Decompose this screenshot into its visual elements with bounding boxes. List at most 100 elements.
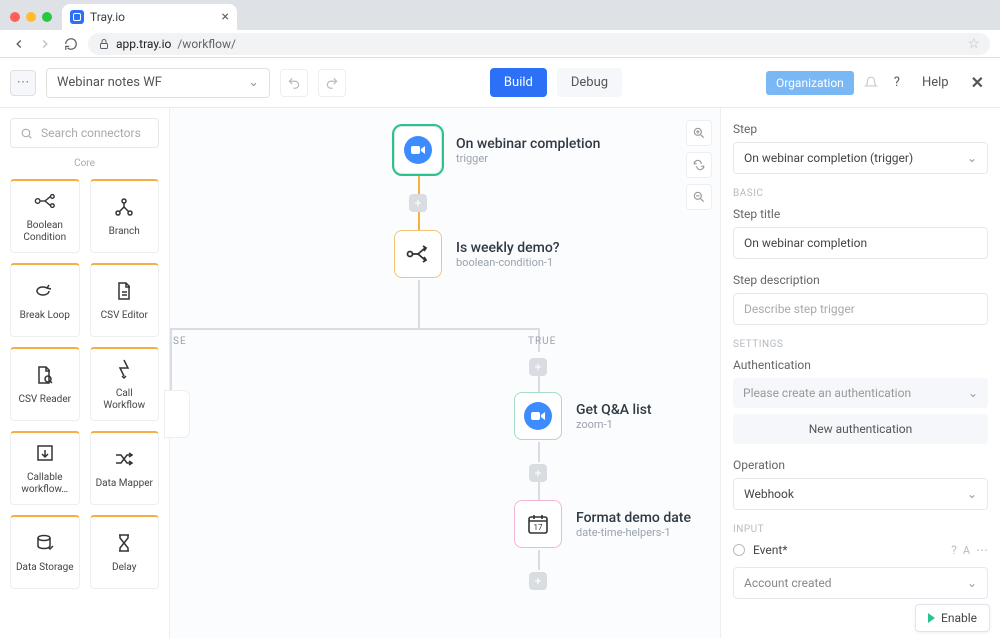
- account-created-select[interactable]: Account created ⌄: [733, 567, 988, 599]
- connector-label: Break Loop: [20, 310, 70, 322]
- add-step-button[interactable]: +: [529, 572, 547, 590]
- add-step-button[interactable]: +: [409, 194, 427, 212]
- step-select[interactable]: On webinar completion (trigger) ⌄: [733, 142, 988, 174]
- bell-icon[interactable]: [864, 76, 878, 90]
- node-format-date[interactable]: 17 Format demo date date-time-helpers-1: [514, 500, 691, 548]
- node-title: On webinar completion: [456, 136, 600, 152]
- enable-button[interactable]: Enable: [915, 604, 990, 632]
- lock-icon: [98, 38, 110, 50]
- debug-button[interactable]: Debug: [557, 68, 622, 97]
- url-host: app.tray.io: [116, 37, 171, 51]
- svg-text:17: 17: [534, 523, 543, 532]
- menu-button[interactable]: ⋯: [10, 70, 36, 96]
- delay-icon: [117, 532, 131, 554]
- zoom-in-icon[interactable]: [686, 120, 712, 146]
- window-controls: [0, 12, 62, 30]
- new-auth-button[interactable]: New authentication: [733, 414, 988, 444]
- connector-boolean-condition[interactable]: Boolean Condition: [10, 179, 80, 253]
- connector-csv-reader[interactable]: CSV Reader: [10, 347, 80, 421]
- event-label: Event*: [753, 543, 788, 557]
- auth-select[interactable]: Please create an authentication ⌄: [733, 378, 988, 408]
- node-sub: date-time-helpers-1: [576, 526, 691, 539]
- favicon-icon: [70, 10, 84, 24]
- url-input[interactable]: app.tray.io/workflow/ ☆: [88, 33, 990, 55]
- break-loop-icon: [35, 280, 55, 302]
- play-icon: [928, 613, 935, 623]
- op-select[interactable]: Webhook ⌄: [733, 478, 988, 510]
- fit-icon[interactable]: [686, 152, 712, 178]
- boolean-icon: [406, 244, 430, 264]
- connector-callable-workflow[interactable]: Callable workflow…: [10, 431, 80, 505]
- auth-placeholder: Please create an authentication: [743, 386, 911, 400]
- star-icon[interactable]: ☆: [967, 36, 980, 52]
- branch-true-label: TRUE: [528, 336, 556, 347]
- connector-csv-editor[interactable]: CSV Editor: [90, 263, 160, 337]
- workflow-name: Webinar notes WF: [57, 75, 162, 90]
- calendar-icon: 17: [526, 512, 550, 536]
- browser-tab[interactable]: Tray.io ×: [62, 4, 237, 30]
- redo-button[interactable]: [318, 69, 346, 97]
- close-tab-icon[interactable]: ×: [222, 9, 229, 25]
- connector-label: CSV Reader: [18, 394, 71, 406]
- organization-button[interactable]: Organization: [766, 71, 854, 95]
- maximize-window-icon[interactable]: [42, 12, 52, 22]
- connector-break-loop[interactable]: Break Loop: [10, 263, 80, 337]
- chevron-down-icon: ⌄: [968, 386, 978, 400]
- node-sub: trigger: [456, 152, 600, 165]
- reload-icon[interactable]: [62, 37, 80, 51]
- connector-branch[interactable]: Branch: [90, 179, 160, 253]
- address-bar: app.tray.io/workflow/ ☆: [0, 30, 1000, 58]
- forward-icon[interactable]: [36, 37, 54, 51]
- connector-line: [170, 328, 172, 390]
- node-get-qa[interactable]: Get Q&A list zoom-1: [514, 392, 652, 440]
- minimize-window-icon[interactable]: [26, 12, 36, 22]
- workflow-canvas[interactable]: + SE TRUE + + + On webinar completion tr…: [170, 108, 720, 638]
- build-button[interactable]: Build: [490, 68, 547, 97]
- zoom-out-icon[interactable]: [686, 184, 712, 210]
- op-label: Operation: [733, 458, 988, 472]
- section-input: INPUT: [733, 524, 988, 535]
- title-label: Step title: [733, 207, 988, 221]
- type-indicator: A: [963, 544, 970, 557]
- node-condition[interactable]: Is weekly demo? boolean-condition-1: [394, 230, 560, 278]
- connector-data-storage[interactable]: Data Storage: [10, 515, 80, 589]
- info-icon[interactable]: ?: [951, 543, 957, 557]
- chevron-down-icon: ⌄: [967, 576, 977, 590]
- connector-label: Data Storage: [16, 562, 74, 574]
- connector-sidebar: Search connectors Core Boolean Condition…: [0, 108, 170, 638]
- app-toolbar: ⋯ Webinar notes WF ⌄ Build Debug Organiz…: [0, 58, 1000, 108]
- csv-editor-icon: [116, 280, 132, 302]
- search-input[interactable]: Search connectors: [10, 118, 159, 148]
- title-input[interactable]: On webinar completion: [733, 227, 988, 259]
- desc-input[interactable]: Describe step trigger: [733, 293, 988, 325]
- radio-icon[interactable]: [733, 544, 745, 556]
- back-icon[interactable]: [10, 37, 28, 51]
- step-label: Step: [733, 122, 988, 136]
- partial-node[interactable]: [164, 390, 190, 438]
- node-trigger[interactable]: On webinar completion trigger: [394, 126, 600, 174]
- help-icon[interactable]: ?: [888, 75, 906, 90]
- workflow-selector[interactable]: Webinar notes WF ⌄: [46, 68, 270, 98]
- connector-data-mapper[interactable]: Data Mapper: [90, 431, 160, 505]
- node-sub: zoom-1: [576, 418, 652, 431]
- connector-delay[interactable]: Delay: [90, 515, 160, 589]
- add-step-button[interactable]: +: [529, 464, 547, 482]
- more-icon[interactable]: ⋯: [976, 543, 988, 557]
- node-box: [394, 126, 442, 174]
- url-path: /workflow/: [177, 37, 236, 51]
- step-value: On webinar completion (trigger): [744, 151, 913, 165]
- add-step-button[interactable]: +: [529, 358, 547, 376]
- connector-line: [538, 482, 540, 500]
- mapper-icon: [114, 448, 134, 470]
- step-panel: Step On webinar completion (trigger) ⌄ B…: [720, 108, 1000, 638]
- callable-icon: [36, 442, 54, 464]
- connector-call-workflow[interactable]: Call Workflow: [90, 347, 160, 421]
- undo-button[interactable]: [280, 69, 308, 97]
- help-link[interactable]: Help: [916, 75, 955, 90]
- event-row[interactable]: Event* ? A ⋯: [733, 543, 988, 557]
- connector-line: [538, 550, 540, 570]
- node-box: [394, 230, 442, 278]
- call-workflow-icon: [117, 358, 131, 380]
- close-panel-icon[interactable]: ✕: [965, 73, 990, 92]
- close-window-icon[interactable]: [10, 12, 20, 22]
